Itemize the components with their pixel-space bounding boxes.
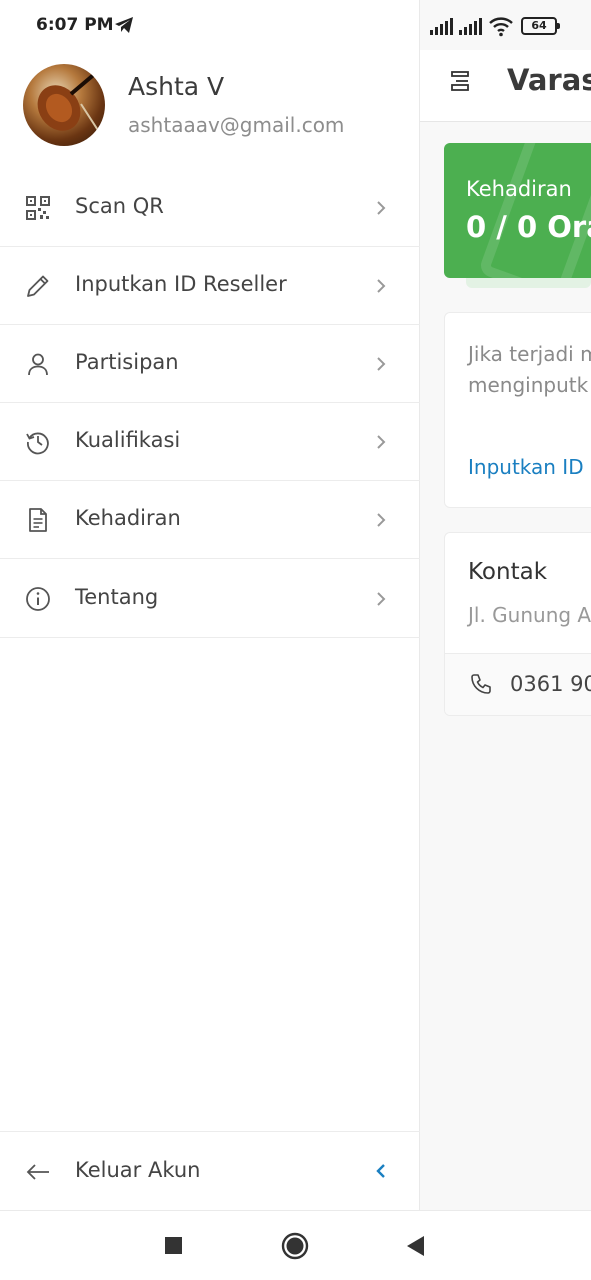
menu-item-label: Kehadiran: [75, 506, 181, 530]
chevron-right-icon: [377, 592, 386, 606]
menu-item-label: Partisipan: [75, 350, 179, 374]
status-time: 6:07 PM: [36, 15, 114, 35]
collapse-drawer-icon[interactable]: [374, 1161, 388, 1181]
contact-phone: 0361 90: [510, 672, 591, 696]
app-header: Varash: [420, 50, 591, 122]
user-name: Ashta V: [128, 72, 225, 101]
contact-phone-row[interactable]: 0361 90: [445, 653, 591, 715]
chevron-right-icon: [377, 201, 386, 215]
contact-card: Kontak Jl. Gunung A 0361 90: [444, 532, 591, 716]
telegram-icon: [115, 17, 133, 33]
navigation-drawer: Ashta V ashtaaav@gmail.com Scan QR Input…: [0, 0, 420, 1210]
contact-title: Kontak: [468, 559, 548, 585]
menu-item-partisipan[interactable]: Partisipan: [0, 325, 420, 403]
history-icon: [26, 432, 49, 455]
menu-item-scan-qr[interactable]: Scan QR: [0, 169, 420, 247]
pencil-icon: [27, 275, 49, 297]
back-button[interactable]: [402, 1232, 430, 1260]
chevron-right-icon: [377, 357, 386, 371]
qr-code-icon: [26, 196, 50, 220]
menu-item-tentang[interactable]: Tentang: [0, 560, 420, 638]
signal-icon: [459, 18, 482, 35]
attendance-card[interactable]: Kehadiran 0 / 0 Oran: [444, 143, 591, 278]
input-id-link[interactable]: Inputkan ID: [468, 455, 584, 479]
system-nav-bar: [0, 1210, 591, 1280]
info-icon: [26, 587, 50, 611]
battery-indicator: 64: [521, 17, 560, 35]
menu-item-kualifikasi[interactable]: Kualifikasi: [0, 403, 420, 481]
phone-icon: [471, 674, 491, 694]
attendance-label: Kehadiran: [466, 177, 572, 201]
user-icon: [28, 353, 48, 376]
document-icon: [29, 508, 47, 532]
wifi-icon: [489, 17, 513, 37]
card-shadow: [466, 278, 591, 288]
menu-item-kehadiran[interactable]: Kehadiran: [0, 481, 420, 559]
violin-image: [37, 70, 104, 139]
menu-item-input-id-reseller[interactable]: Inputkan ID Reseller: [0, 247, 420, 325]
home-button[interactable]: [281, 1232, 309, 1260]
logout-label: Keluar Akun: [75, 1158, 201, 1182]
contact-address: Jl. Gunung A: [468, 603, 591, 627]
status-bar: 6:07 PM 64: [0, 0, 591, 50]
app-title: Varash: [507, 63, 591, 97]
recents-button[interactable]: [160, 1232, 188, 1260]
info-text: Jika terjadi m kamera, gun menginputk: [468, 342, 591, 397]
info-card: Jika terjadi m kamera, gun menginputk In…: [444, 312, 591, 508]
logout-button[interactable]: Keluar Akun: [0, 1131, 420, 1210]
chevron-right-icon: [377, 435, 386, 449]
menu-item-label: Kualifikasi: [75, 428, 181, 452]
menu-item-label: Inputkan ID Reseller: [75, 272, 287, 296]
arrow-left-icon: [26, 1164, 49, 1180]
chevron-right-icon: [377, 513, 386, 527]
signal-icon: [430, 18, 453, 35]
avatar: [23, 64, 105, 146]
user-email: ashtaaav@gmail.com: [128, 113, 345, 137]
menu-item-label: Scan QR: [75, 194, 164, 218]
menu-item-label: Tentang: [75, 585, 159, 609]
menu-icon[interactable]: [450, 70, 472, 92]
attendance-value: 0 / 0 Oran: [466, 210, 591, 244]
chevron-right-icon: [377, 279, 386, 293]
